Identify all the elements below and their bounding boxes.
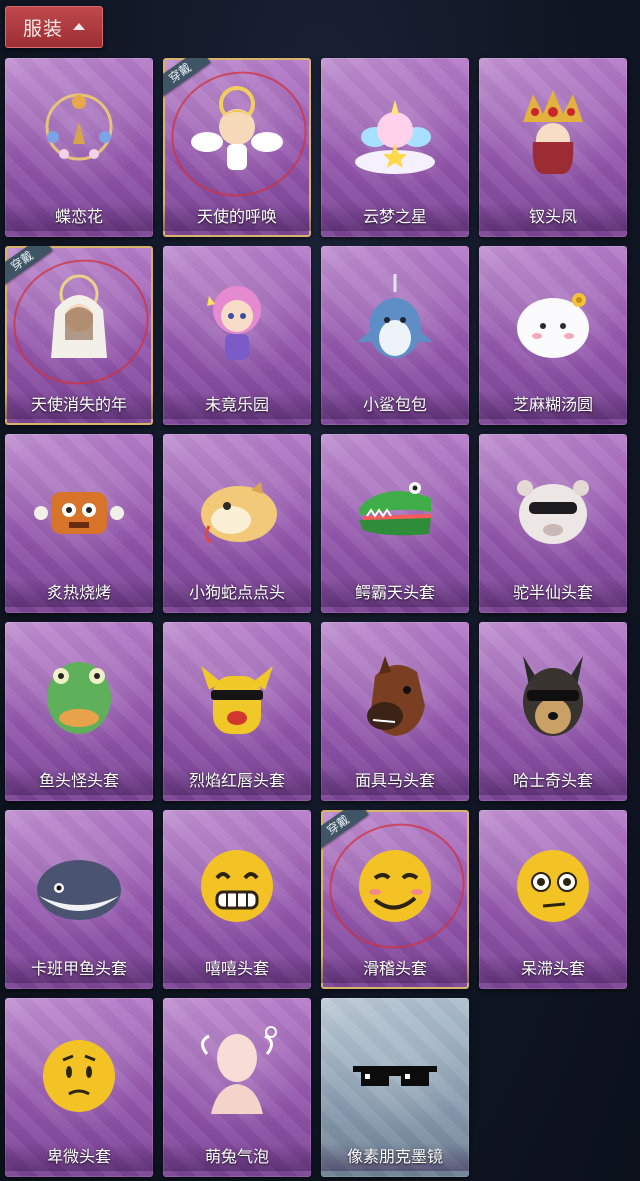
costume-card[interactable]: 萌兔气泡 bbox=[163, 998, 311, 1177]
whale-head-icon bbox=[5, 828, 153, 940]
costume-card[interactable]: 芝麻糊汤圆 bbox=[479, 246, 627, 425]
costume-panel: 服装 蝶恋花 穿戴 天使的呼唤 云梦之星 钗头凤穿戴 天使消失的年 未竟乐园 小鲨包包 芝麻糊汤… bbox=[0, 0, 640, 1181]
crocodile-icon bbox=[321, 452, 469, 564]
costume-card[interactable]: 卑微头套 bbox=[5, 998, 153, 1177]
costume-card[interactable]: 穿戴 天使消失的年 bbox=[5, 246, 153, 425]
fish-head-icon bbox=[5, 640, 153, 752]
bunny-bubble-icon bbox=[163, 1016, 311, 1128]
costume-name: 小鲨包包 bbox=[321, 391, 469, 419]
husky-icon bbox=[479, 640, 627, 752]
costume-name: 鳄霸天头套 bbox=[321, 579, 469, 607]
red-lips-mask-icon bbox=[163, 640, 311, 752]
costume-name: 嘻嘻头套 bbox=[163, 955, 311, 983]
costume-card[interactable]: 蝶恋花 bbox=[5, 58, 153, 237]
costume-grid: 蝶恋花 穿戴 天使的呼唤 云梦之星 钗头凤穿戴 天使消失的年 未竟乐园 小鲨包包 芝麻糊汤圆炙热… bbox=[5, 58, 635, 1177]
costume-name: 芝麻糊汤圆 bbox=[479, 391, 627, 419]
pink-hair-girl-icon bbox=[163, 264, 311, 376]
costume-card[interactable]: 面具马头套 bbox=[321, 622, 469, 801]
costume-card[interactable]: 像素朋克墨镜 bbox=[321, 998, 469, 1177]
costume-name: 卑微头套 bbox=[5, 1143, 153, 1171]
costume-name: 天使的呼唤 bbox=[163, 203, 311, 231]
costume-name: 天使消失的年 bbox=[5, 391, 153, 419]
horse-head-icon bbox=[321, 640, 469, 752]
costume-card[interactable]: 小鲨包包 bbox=[321, 246, 469, 425]
costume-name: 鱼头怪头套 bbox=[5, 767, 153, 795]
alpaca-icon bbox=[479, 452, 627, 564]
pixel-sunglasses-icon bbox=[321, 1016, 469, 1128]
angel-icon bbox=[163, 76, 311, 188]
costume-card[interactable]: 小狗蛇点点头 bbox=[163, 434, 311, 613]
costume-name: 卡班甲鱼头套 bbox=[5, 955, 153, 983]
costume-name: 未竟乐园 bbox=[163, 391, 311, 419]
veiled-angel-icon bbox=[5, 264, 153, 376]
bbq-meat-icon bbox=[5, 452, 153, 564]
flower-wreath-icon bbox=[5, 76, 153, 188]
costume-category-tab[interactable]: 服装 bbox=[5, 6, 103, 48]
costume-card[interactable]: 云梦之星 bbox=[321, 58, 469, 237]
dog-snake-icon bbox=[163, 452, 311, 564]
costume-name: 面具马头套 bbox=[321, 767, 469, 795]
costume-name: 钗头凤 bbox=[479, 203, 627, 231]
costume-card[interactable]: 呆滞头套 bbox=[479, 810, 627, 989]
chevron-up-icon bbox=[73, 22, 85, 30]
shark-bag-icon bbox=[321, 264, 469, 376]
costume-card[interactable]: 穿戴 天使的呼唤 bbox=[163, 58, 311, 237]
costume-name: 呆滞头套 bbox=[479, 955, 627, 983]
costume-card[interactable]: 未竟乐园 bbox=[163, 246, 311, 425]
costume-name: 哈士奇头套 bbox=[479, 767, 627, 795]
dumpling-icon bbox=[479, 264, 627, 376]
costume-name: 炙热烧烤 bbox=[5, 579, 153, 607]
costume-card[interactable]: 卡班甲鱼头套 bbox=[5, 810, 153, 989]
stunned-emoji-icon bbox=[479, 828, 627, 940]
costume-card[interactable]: 哈士奇头套 bbox=[479, 622, 627, 801]
funny-emoji-icon bbox=[321, 828, 469, 940]
humble-emoji-icon bbox=[5, 1016, 153, 1128]
costume-name: 蝶恋花 bbox=[5, 203, 153, 231]
costume-name: 烈焰红唇头套 bbox=[163, 767, 311, 795]
costume-card[interactable]: 驼半仙头套 bbox=[479, 434, 627, 613]
costume-name: 云梦之星 bbox=[321, 203, 469, 231]
costume-card[interactable]: 钗头凤 bbox=[479, 58, 627, 237]
costume-card[interactable]: 炙热烧烤 bbox=[5, 434, 153, 613]
costume-name: 驼半仙头套 bbox=[479, 579, 627, 607]
costume-name: 像素朋克墨镜 bbox=[321, 1143, 469, 1171]
costume-card[interactable]: 烈焰红唇头套 bbox=[163, 622, 311, 801]
unicorn-cloud-icon bbox=[321, 76, 469, 188]
costume-name: 萌兔气泡 bbox=[163, 1143, 311, 1171]
grin-emoji-icon bbox=[163, 828, 311, 940]
costume-card[interactable]: 嘻嘻头套 bbox=[163, 810, 311, 989]
costume-card[interactable]: 鳄霸天头套 bbox=[321, 434, 469, 613]
costume-name: 小狗蛇点点头 bbox=[163, 579, 311, 607]
costume-card[interactable]: 穿戴 滑稽头套 bbox=[321, 810, 469, 989]
costume-card[interactable]: 鱼头怪头套 bbox=[5, 622, 153, 801]
costume-category-label: 服装 bbox=[22, 17, 63, 40]
costume-name: 滑稽头套 bbox=[321, 955, 469, 983]
phoenix-crown-icon bbox=[479, 76, 627, 188]
